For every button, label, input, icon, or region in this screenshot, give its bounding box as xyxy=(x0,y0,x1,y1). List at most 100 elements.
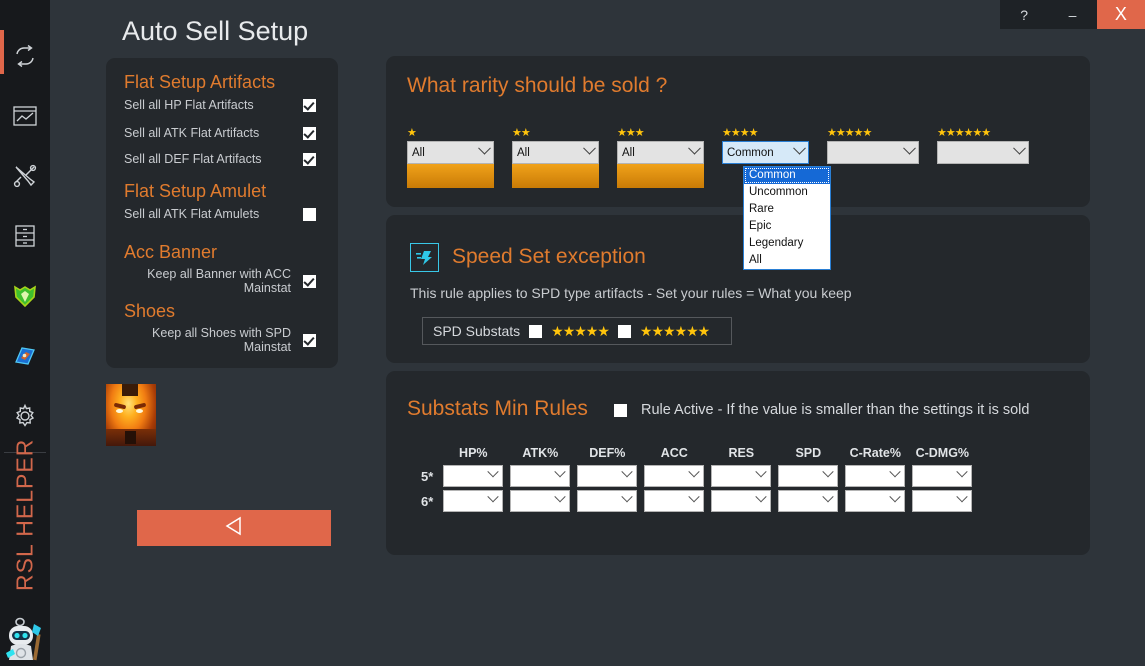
dropdown-option-epic[interactable]: Epic xyxy=(744,218,830,235)
dropdown-option-common[interactable]: Common xyxy=(744,167,830,184)
column-header-def: DEF% xyxy=(589,446,626,460)
option-row-acc-banner[interactable]: Keep all Banner with ACC Mainstat xyxy=(106,267,338,295)
option-row-hp-flat[interactable]: Sell all HP Flat Artifacts xyxy=(106,95,338,115)
chevron-down-icon xyxy=(583,141,596,155)
dropdown-option-all[interactable]: All xyxy=(744,252,830,269)
rarity-select-3star[interactable]: All xyxy=(617,141,704,164)
substat-select-6star-def[interactable] xyxy=(577,490,638,512)
option-row-atk-amulet[interactable]: Sell all ATK Flat Amulets xyxy=(106,204,338,224)
sidebar-item-tools[interactable] xyxy=(0,146,50,206)
cell-6star-def xyxy=(577,490,638,512)
champion-avatar xyxy=(106,384,156,446)
option-row-shoes-spd[interactable]: Keep all Shoes with SPD Mainstat xyxy=(106,326,338,354)
rarity-dropdown-open-list[interactable]: Common Uncommon Rare Epic Legendary All xyxy=(743,166,831,270)
substat-select-6star-acc[interactable] xyxy=(644,490,705,512)
substat-select-5star-def[interactable] xyxy=(577,465,638,487)
chevron-down-icon xyxy=(889,491,901,503)
tools-icon xyxy=(12,163,38,189)
substat-select-5star-crate[interactable] xyxy=(845,465,906,487)
back-button[interactable] xyxy=(137,510,331,546)
minimize-button[interactable]: – xyxy=(1048,0,1097,29)
substat-select-5star-atk[interactable] xyxy=(510,465,571,487)
star-rating-label: ★★ xyxy=(512,127,531,139)
cell-6star-crate xyxy=(845,490,906,512)
cell-6star-hp xyxy=(443,490,504,512)
cell-5star-atk xyxy=(510,465,571,487)
substat-select-6star-res[interactable] xyxy=(711,490,772,512)
rarity-select-5star[interactable] xyxy=(827,141,919,164)
checkbox-spd-substats-5star[interactable] xyxy=(529,324,543,338)
table-header-row: HP% ATK% DEF% ACC RES SPD C-Rate% C-DMG% xyxy=(421,446,972,462)
star-rating-label: ★★★★★ xyxy=(827,127,872,139)
chevron-down-icon xyxy=(487,466,499,478)
chevron-down-icon xyxy=(688,466,700,478)
cell-6star-res xyxy=(711,490,772,512)
checkbox-rule-active[interactable] xyxy=(614,403,627,417)
sidebar-item-sync[interactable] xyxy=(0,26,50,86)
checkbox-keep-shoes-spd[interactable] xyxy=(303,333,316,347)
sidebar-item-gem[interactable] xyxy=(0,326,50,386)
chevron-down-icon xyxy=(487,491,499,503)
select-value: All xyxy=(622,146,635,159)
rule-active-row[interactable]: Rule Active - If the value is smaller th… xyxy=(614,402,1029,418)
checkbox-sell-atk-flat[interactable] xyxy=(303,126,316,140)
speed-boot-icon xyxy=(410,243,439,272)
sidebar-item-shield[interactable] xyxy=(0,266,50,326)
substat-select-6star-hp[interactable] xyxy=(443,490,504,512)
cell-5star-def xyxy=(577,465,638,487)
checkbox-sell-def-flat[interactable] xyxy=(303,152,316,166)
substat-select-6star-spd[interactable] xyxy=(778,490,839,512)
rarity-gold-bar xyxy=(617,164,704,188)
corner-cell xyxy=(421,446,436,462)
chevron-down-icon xyxy=(688,491,700,503)
sidebar-item-storage[interactable] xyxy=(0,206,50,266)
gem-icon xyxy=(12,344,38,368)
close-button[interactable]: X xyxy=(1096,0,1145,29)
rarity-select-2star[interactable]: All xyxy=(512,141,599,164)
cell-6star-cdmg xyxy=(912,490,973,512)
rarity-select-row: ★ All ★★ All ★★★ All ★★★★ Common ★★★★★ ★… xyxy=(407,126,1029,188)
rarity-gold-bar xyxy=(407,164,494,188)
rarity-cell-5star: ★★★★★ xyxy=(827,126,919,188)
cell-5star-acc xyxy=(644,465,705,487)
chevron-down-icon xyxy=(554,466,566,478)
substat-select-5star-spd[interactable] xyxy=(778,465,839,487)
rarity-cell-6star: ★★★★★★ xyxy=(937,126,1029,188)
dropdown-option-legendary[interactable]: Legendary xyxy=(744,235,830,252)
chevron-down-icon xyxy=(688,141,701,155)
option-label: Sell all HP Flat Artifacts xyxy=(124,98,254,112)
dropdown-option-rare[interactable]: Rare xyxy=(744,201,830,218)
rule-active-label: Rule Active - If the value is smaller th… xyxy=(641,402,1030,418)
help-button[interactable]: ? xyxy=(1000,0,1049,29)
substat-select-6star-atk[interactable] xyxy=(510,490,571,512)
chevron-down-icon xyxy=(755,491,767,503)
option-row-atk-flat[interactable]: Sell all ATK Flat Artifacts xyxy=(106,123,338,143)
dropdown-option-uncommon[interactable]: Uncommon xyxy=(744,184,830,201)
checkbox-spd-substats-6star[interactable] xyxy=(617,324,631,338)
star-rating-label-5: ★★★★★ xyxy=(551,322,610,339)
checkbox-sell-atk-amulet[interactable] xyxy=(303,207,316,221)
substat-select-5star-acc[interactable] xyxy=(644,465,705,487)
chart-icon xyxy=(12,104,38,128)
star-rating-label: ★ xyxy=(407,127,417,139)
substat-select-5star-hp[interactable] xyxy=(443,465,504,487)
substat-select-6star-cdmg[interactable] xyxy=(912,490,973,512)
sidebar-item-stats[interactable] xyxy=(0,86,50,146)
chevron-down-icon xyxy=(903,141,916,155)
back-triangle-icon xyxy=(221,513,247,544)
cell-6star-spd xyxy=(778,490,839,512)
rarity-select-1star[interactable]: All xyxy=(407,141,494,164)
select-value: Common xyxy=(727,146,774,159)
rarity-panel: What rarity should be sold ? ★ All ★★ Al… xyxy=(386,56,1090,207)
rarity-select-6star[interactable] xyxy=(937,141,1029,164)
substat-select-5star-cdmg[interactable] xyxy=(912,465,973,487)
checkbox-keep-acc-banner[interactable] xyxy=(303,274,316,288)
section-title-flat-amulet: Flat Setup Amulet xyxy=(124,181,267,201)
substat-select-6star-crate[interactable] xyxy=(845,490,906,512)
column-header-cdmg: C-DMG% xyxy=(915,446,970,460)
mascot-robot-icon xyxy=(2,612,50,664)
option-row-def-flat[interactable]: Sell all DEF Flat Artifacts xyxy=(106,149,338,169)
substat-select-5star-res[interactable] xyxy=(711,465,772,487)
checkbox-sell-hp-flat[interactable] xyxy=(303,98,316,112)
rarity-select-4star[interactable]: Common xyxy=(722,141,809,164)
